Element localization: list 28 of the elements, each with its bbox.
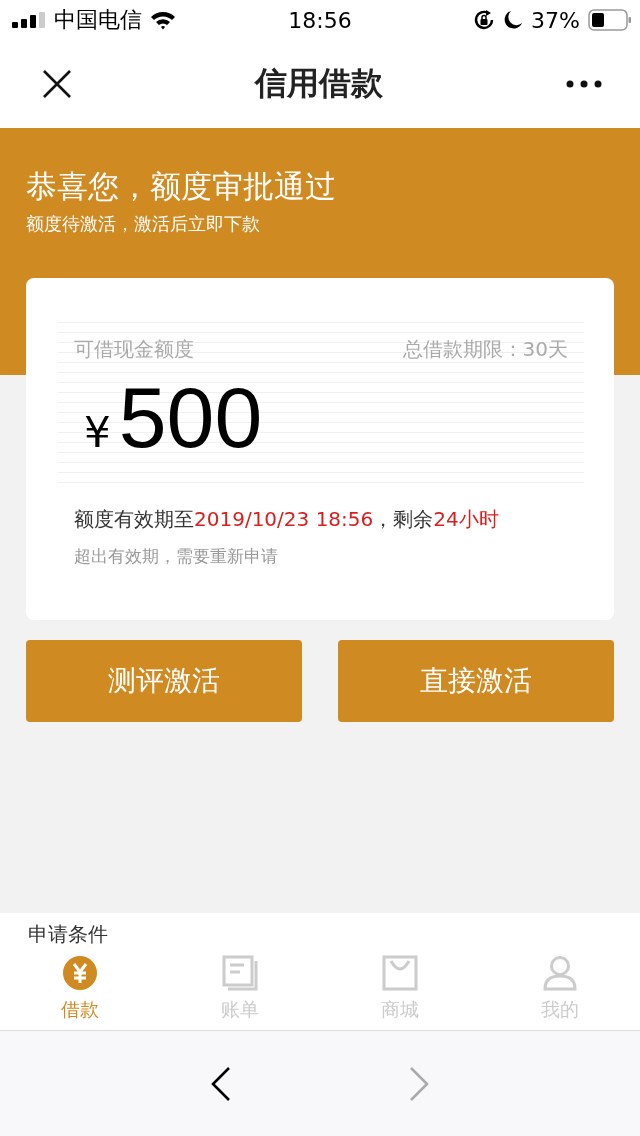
document-icon xyxy=(222,954,258,991)
currency-sign: ¥ xyxy=(84,408,111,457)
signal-icon xyxy=(12,12,46,28)
banner-subtitle: 额度待激活，激活后立即下款 xyxy=(26,212,260,236)
battery-icon xyxy=(588,9,632,31)
back-icon[interactable] xyxy=(210,1065,232,1102)
activate-button[interactable]: 直接激活 xyxy=(338,640,614,722)
yen-coin-icon xyxy=(62,954,98,991)
more-icon[interactable] xyxy=(566,80,602,88)
credit-amount: 500 xyxy=(118,368,263,467)
user-icon xyxy=(542,954,578,991)
validity-note: 超出有效期，需要重新申请 xyxy=(73,545,278,568)
validity-text: 额度有效期至2019/10/23 18:56，剩余24小时 xyxy=(73,506,499,533)
section-title: 申请条件 xyxy=(28,921,109,947)
credit-label: 可借现金额度 xyxy=(74,336,194,363)
clock-time: 18:56 xyxy=(287,7,353,33)
wifi-icon xyxy=(150,10,176,30)
page-title: 信用借款 xyxy=(255,63,383,104)
tab-item[interactable]: 借款 xyxy=(0,947,160,1030)
close-icon[interactable] xyxy=(42,69,72,99)
moon-icon xyxy=(503,10,524,30)
bag-icon xyxy=(382,954,418,991)
activate-button[interactable]: 测评激活 xyxy=(26,640,302,722)
carrier-name: 中国电信 xyxy=(54,6,142,34)
loan-term: 总借款期限：30天 xyxy=(402,336,568,363)
battery-percent: 37% xyxy=(531,7,580,33)
banner-title: 恭喜您，额度审批通过 xyxy=(26,167,336,206)
rotation-lock-icon xyxy=(473,9,496,31)
